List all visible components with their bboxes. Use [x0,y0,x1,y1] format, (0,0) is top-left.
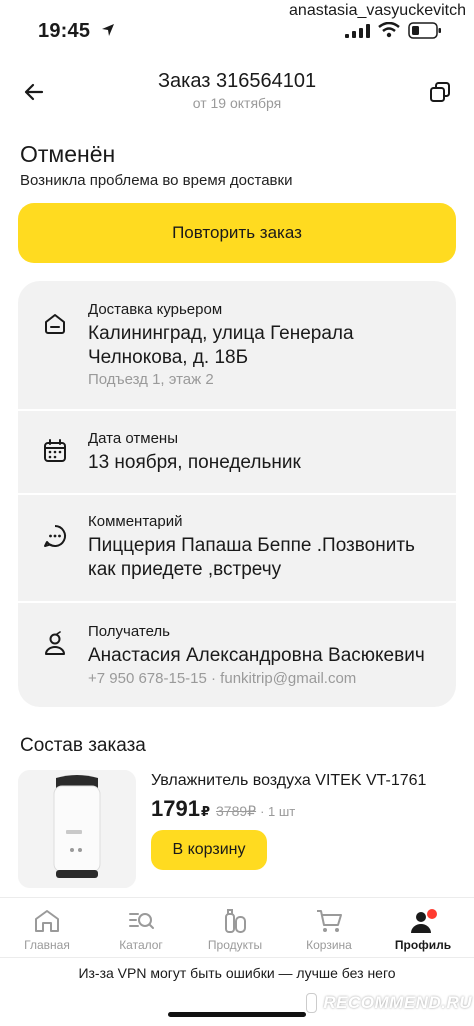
cancel-date-value: 13 ноября, понедельник [88,452,301,473]
location-arrow-icon [102,24,114,36]
product-old-price: 3789₽ [216,803,257,819]
tab-label: Продукты [207,938,263,952]
order-header: Заказ 316564101 от 19 октября [0,62,474,122]
battery-icon [408,22,441,39]
home-indicator [168,1012,306,1017]
product-price: 1791 [151,796,200,821]
page-title: Заказ 316564101 [157,70,317,92]
product-quantity: · 1 шт [260,804,296,819]
comment-value-line1: Пиццерия Папаша Беппе .Позвонить [88,535,415,556]
tab-products[interactable]: Продукты [188,898,282,958]
recipient-contacts: +7 950 678-15-15 · funkitrip@gmail.com [88,670,357,687]
catalog-search-icon [129,913,154,929]
products-icon [225,909,246,933]
home-tab-icon [35,910,59,932]
comment-label: Комментарий [88,513,183,530]
person-icon [45,631,65,655]
copy-button[interactable] [426,78,454,106]
price-row: 1791₽ 3789₽ · 1 шт [151,796,295,822]
tab-label: Главная [24,938,70,952]
calendar-icon [44,439,66,462]
tab-catalog[interactable]: Каталог [94,898,188,958]
home-icon [45,314,65,334]
order-status-title: Отменён [20,141,116,167]
status-bar: 19:45 anastasia_vasyuckevitch [0,0,474,60]
recipient-name: Анастасия Александровна Васюкевич [88,645,425,666]
comment-value-line2: как приедете ,встречу [88,559,282,580]
order-status-description: Возникла проблема во время доставки [20,172,293,189]
recipient-row[interactable]: Получатель Анастасия Александровна Васюк… [18,603,456,707]
tab-label: Профиль [394,938,452,952]
product-name[interactable]: Увлажнитель воздуха VITEK VT-1761 [151,772,426,790]
vpn-warning-banner: Из-за VPN могут быть ошибки — лучше без … [0,957,474,989]
wifi-icon [378,22,400,38]
tab-home[interactable]: Главная [0,898,94,958]
delivery-label: Доставка курьером [88,301,223,318]
comment-row[interactable]: Комментарий Пиццерия Папаша Беппе .Позво… [18,495,456,601]
tab-label: Каталог [119,938,163,952]
product-image[interactable] [18,770,136,888]
repeat-order-button[interactable]: Повторить заказ [18,203,456,263]
cancel-date-label: Дата отмены [88,430,178,447]
recipient-label: Получатель [88,623,170,640]
order-contents-title: Состав заказа [20,735,146,756]
delivery-address-line1: Калининград, улица Генерала [88,323,354,344]
delivery-row[interactable]: Доставка курьером Калининград, улица Ген… [18,281,456,409]
recommend-watermark-text: RECOMMEND.RU [323,993,472,1012]
tab-profile[interactable]: Профиль [376,898,470,958]
bottom-tab-bar: Главная Каталог Продукты Корзина Профиль [0,897,474,957]
recommend-logo-icon [306,993,318,1013]
notification-dot [427,909,437,919]
humidifier-image [18,770,136,888]
delivery-address-line2: Челнокова, д. 18Б [88,347,249,368]
chat-icon [44,525,66,547]
cellular-signal-icon [345,24,370,38]
profile-icon [411,909,437,933]
delivery-extra: Подъезд 1, этаж 2 [88,371,214,388]
price-currency: ₽ [200,804,210,819]
tab-label: Корзина [306,938,352,952]
watermark-username: anastasia_vasyuckevitch [289,2,466,19]
status-time: 19:45 [38,20,91,42]
tab-cart[interactable]: Корзина [282,898,376,958]
add-to-cart-button[interactable]: В корзину [151,830,267,870]
recommend-watermark: RECOMMEND.RU [306,990,472,1016]
order-info-card: Доставка курьером Калининград, улица Ген… [18,281,456,707]
cancel-date-row: Дата отмены 13 ноября, понедельник [18,411,456,493]
copy-icon [430,82,450,102]
cart-icon [317,910,342,932]
order-date: от 19 октября [192,95,282,111]
